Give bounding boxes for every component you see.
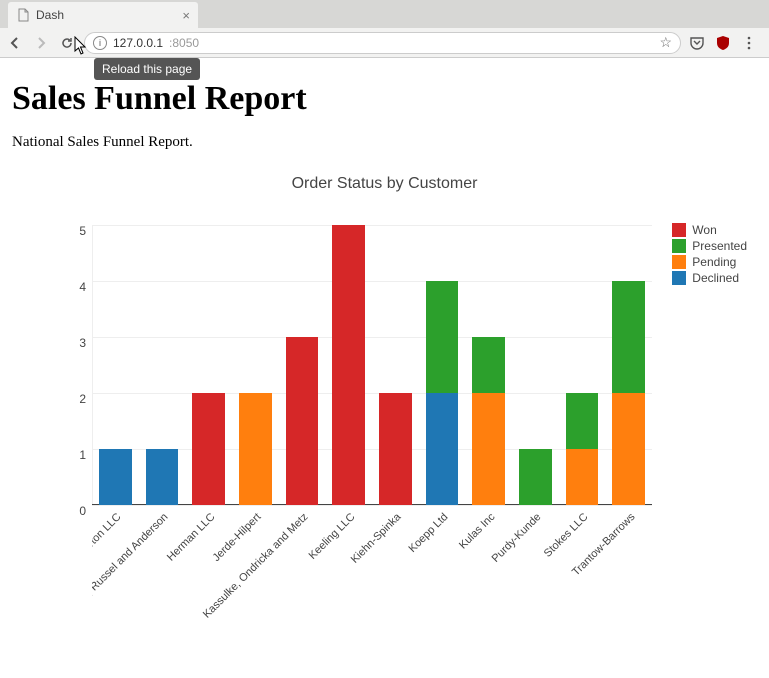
- legend-item[interactable]: Declined: [672, 271, 747, 285]
- gridline: [92, 225, 652, 226]
- x-tick-label: Barton LLC: [92, 511, 124, 559]
- page-icon: [16, 8, 30, 22]
- bar-segment[interactable]: [426, 281, 459, 393]
- gridline: [92, 337, 652, 338]
- legend-item[interactable]: Won: [672, 223, 747, 237]
- x-tick-label: Herman LLC: [165, 511, 218, 564]
- y-tick-label: 1: [79, 448, 86, 462]
- bar-segment[interactable]: [519, 449, 552, 505]
- x-tick-label: Kassulke, Ondricka and Metz: [201, 511, 311, 621]
- chart-container[interactable]: Order Status by Customer 012345 Barton L…: [12, 175, 757, 645]
- tab-close-icon[interactable]: ×: [182, 8, 190, 23]
- x-tick-label: Keeling LLC: [306, 511, 357, 562]
- y-axis-line: [92, 225, 93, 505]
- y-tick-label: 3: [79, 336, 86, 350]
- browser-tab[interactable]: Dash ×: [8, 2, 198, 28]
- y-tick-label: 5: [79, 224, 86, 238]
- bar-segment[interactable]: [426, 393, 459, 505]
- browser-tab-bar: Dash ×: [0, 0, 769, 28]
- browser-toolbar: i 127.0.0.1 :8050 ☆: [0, 28, 769, 58]
- bar-segment[interactable]: [566, 449, 599, 505]
- legend-item[interactable]: Pending: [672, 255, 747, 269]
- ublock-extension-icon[interactable]: [715, 35, 731, 51]
- bar-segment[interactable]: [192, 393, 225, 505]
- legend-swatch: [672, 223, 686, 237]
- bar-segment[interactable]: [612, 281, 645, 393]
- legend-swatch: [672, 255, 686, 269]
- bar-segment[interactable]: [566, 393, 599, 449]
- y-tick-label: 2: [79, 392, 86, 406]
- chart-legend[interactable]: Won Presented Pending Declined: [672, 223, 747, 287]
- bar-segment[interactable]: [286, 337, 319, 505]
- legend-label: Pending: [692, 255, 736, 269]
- bar-segment[interactable]: [146, 449, 179, 505]
- x-tick-label: Kulas Inc: [457, 511, 497, 551]
- x-tick-label: Purdy-Kunde: [490, 511, 544, 565]
- tab-title: Dash: [36, 8, 64, 22]
- url-host: 127.0.0.1: [113, 36, 163, 50]
- bar-segment[interactable]: [379, 393, 412, 505]
- gridline: [92, 281, 652, 282]
- x-tick-label: Stokes LLC: [542, 511, 591, 560]
- legend-label: Declined: [692, 271, 739, 285]
- legend-swatch: [672, 239, 686, 253]
- legend-swatch: [672, 271, 686, 285]
- page-heading: Sales Funnel Report: [12, 80, 757, 118]
- bookmark-star-icon[interactable]: ☆: [659, 34, 672, 51]
- reload-tooltip: Reload this page: [94, 58, 200, 80]
- back-button[interactable]: [6, 34, 24, 52]
- pocket-extension-icon[interactable]: [689, 35, 705, 51]
- bar-segment[interactable]: [612, 393, 645, 505]
- legend-label: Presented: [692, 239, 747, 253]
- bar-segment[interactable]: [472, 337, 505, 393]
- bar-segment[interactable]: [99, 449, 132, 505]
- y-tick-label: 4: [79, 280, 86, 294]
- forward-button[interactable]: [32, 34, 50, 52]
- page-subtitle: National Sales Funnel Report.: [12, 134, 757, 151]
- x-tick-label: Koepp Ltd: [407, 511, 451, 555]
- site-info-icon[interactable]: i: [93, 36, 107, 50]
- chart-title: Order Status by Customer: [12, 175, 757, 193]
- browser-menu-icon[interactable]: [741, 35, 757, 51]
- chart-plot-area[interactable]: 012345: [92, 225, 652, 505]
- legend-item[interactable]: Presented: [672, 239, 747, 253]
- page-content: Sales Funnel Report National Sales Funne…: [0, 58, 769, 655]
- url-port: :8050: [169, 36, 199, 50]
- bar-segment[interactable]: [239, 393, 272, 505]
- address-bar[interactable]: i 127.0.0.1 :8050 ☆: [84, 32, 681, 54]
- x-axis-labels: Barton LLCFritsch, Russel and AndersonHe…: [92, 505, 652, 625]
- legend-label: Won: [692, 223, 716, 237]
- y-tick-label: 0: [79, 504, 86, 518]
- reload-button[interactable]: [58, 34, 76, 52]
- bar-segment[interactable]: [472, 393, 505, 505]
- bar-segment[interactable]: [332, 225, 365, 505]
